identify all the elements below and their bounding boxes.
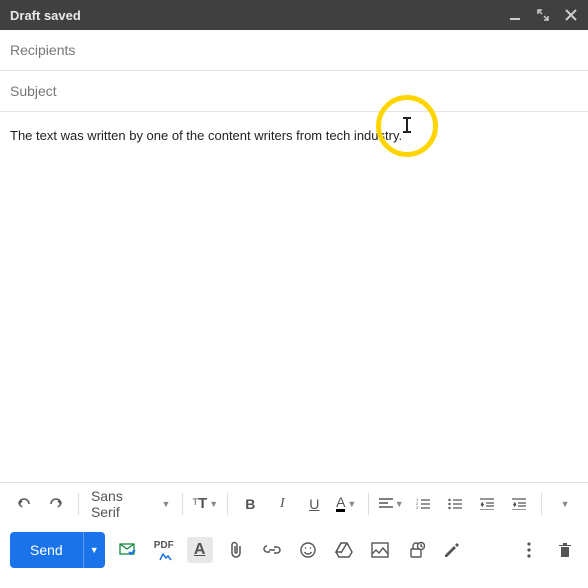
formatting-toolbar: Sans Serif ▼ TT▼ B I U A▼ ▼ 123 ▼ [0, 482, 588, 524]
subject-field[interactable]: Subject [0, 71, 588, 112]
send-group: Send ▼ [10, 532, 105, 568]
undo-icon[interactable] [10, 490, 38, 518]
send-receipt-icon[interactable] [115, 537, 141, 563]
insert-emoji-icon[interactable] [295, 537, 321, 563]
close-icon[interactable] [564, 8, 578, 22]
chevron-down-icon: ▼ [561, 499, 570, 509]
separator [541, 493, 542, 515]
chevron-down-icon: ▼ [209, 499, 218, 509]
insert-link-icon[interactable] [259, 537, 285, 563]
underline-button[interactable]: U [300, 490, 328, 518]
font-size-button[interactable]: TT▼ [191, 490, 219, 518]
chevron-down-icon: ▼ [347, 499, 356, 509]
bulleted-list-button[interactable] [441, 490, 469, 518]
numbered-list-button[interactable]: 123 [409, 490, 437, 518]
insert-drive-icon[interactable] [331, 537, 357, 563]
bottom-bar: Send ▼ PDF A [0, 524, 588, 576]
insert-signature-icon[interactable] [439, 537, 465, 563]
svg-text:3: 3 [416, 505, 419, 510]
font-family-label: Sans Serif [91, 488, 156, 520]
bold-button[interactable]: B [236, 490, 264, 518]
font-family-select[interactable]: Sans Serif ▼ [87, 488, 174, 520]
indent-more-button[interactable] [505, 490, 533, 518]
align-button[interactable]: ▼ [377, 490, 405, 518]
indent-less-button[interactable] [473, 490, 501, 518]
discard-draft-icon[interactable] [552, 537, 578, 563]
recipients-placeholder: Recipients [10, 42, 75, 58]
more-options-icon[interactable] [516, 537, 542, 563]
pdf-attach-icon[interactable]: PDF [151, 535, 177, 565]
attach-file-icon[interactable] [223, 537, 249, 563]
send-button[interactable]: Send [10, 532, 83, 568]
pdf-label: PDF [154, 540, 174, 551]
chevron-down-icon: ▼ [161, 499, 170, 509]
more-format-button[interactable]: ▼ [550, 490, 578, 518]
separator [78, 493, 79, 515]
header-title: Draft saved [10, 8, 508, 23]
subject-placeholder: Subject [10, 83, 57, 99]
compose-header: Draft saved [0, 0, 588, 30]
fullscreen-icon[interactable] [536, 8, 550, 22]
separator [368, 493, 369, 515]
header-controls [508, 8, 578, 22]
text-format-icon[interactable]: A [187, 537, 213, 563]
send-options-button[interactable]: ▼ [83, 532, 105, 568]
body-text: The text was written by one of the conte… [10, 128, 402, 143]
redo-icon[interactable] [42, 490, 70, 518]
message-body[interactable]: The text was written by one of the conte… [0, 112, 588, 482]
insert-photo-icon[interactable] [367, 537, 393, 563]
separator [227, 493, 228, 515]
chevron-down-icon: ▼ [395, 499, 404, 509]
text-color-button[interactable]: A▼ [332, 490, 360, 518]
recipients-field[interactable]: Recipients [0, 30, 588, 71]
separator [182, 493, 183, 515]
italic-button[interactable]: I [268, 490, 296, 518]
minimize-icon[interactable] [508, 8, 522, 22]
confidential-mode-icon[interactable] [403, 537, 429, 563]
